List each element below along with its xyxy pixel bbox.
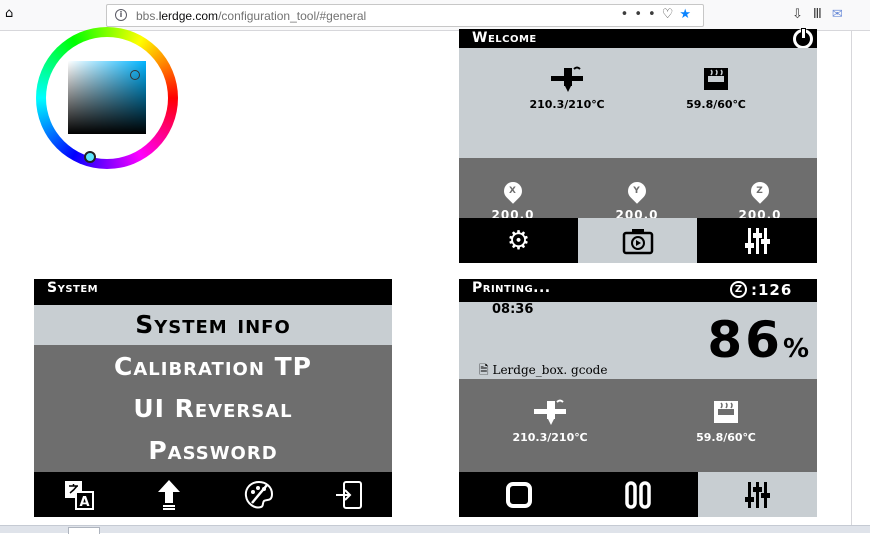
welcome-screen: Welcome 210.3/210℃ 59.8/60℃ X 200.0 Y 20…: [459, 28, 817, 263]
mail-icon[interactable]: ✉: [832, 7, 853, 22]
progress-value: 86: [707, 311, 783, 369]
percent-sign: %: [782, 334, 809, 364]
menu-calibration-tp[interactable]: Calibration TP: [34, 345, 392, 388]
url-bar[interactable]: i bbs.lerdge.com/configuration_tool/#gen…: [106, 4, 704, 27]
translate-icon: A: [64, 480, 94, 510]
upload-arrow-icon: [157, 479, 180, 510]
language-button[interactable]: A: [34, 472, 123, 517]
taskbar-strip: [0, 525, 870, 534]
upgrade-button[interactable]: [124, 472, 213, 517]
temperature-area: 210.3/210℃ 59.8/60℃: [459, 48, 817, 158]
exit-door-icon: [335, 480, 362, 509]
exit-button[interactable]: [304, 472, 393, 517]
print-extruder-block: 210.3/210℃: [495, 399, 605, 444]
z-height-value: :126: [751, 281, 793, 299]
system-title: System: [34, 279, 392, 298]
scrollbar-divider: [851, 31, 852, 531]
heated-bed-icon: [704, 68, 728, 90]
pocket-icon[interactable]: ♡: [662, 7, 680, 22]
hue-handle[interactable]: [84, 151, 96, 163]
extruder-temp: 210.3/210℃: [529, 98, 605, 111]
extruder-icon: [534, 399, 566, 425]
y-axis-pin-icon: Y: [624, 178, 650, 204]
heated-bed-icon: [714, 401, 738, 423]
bookmark-star-icon[interactable]: ★: [679, 7, 697, 22]
tune-button[interactable]: [698, 218, 817, 263]
sv-handle[interactable]: [130, 70, 140, 80]
welcome-menu-bar: ⚙: [459, 218, 817, 263]
extruder-temp-block: 210.3/210℃: [507, 66, 627, 111]
extruder-icon: [551, 66, 583, 92]
media-play-icon: [622, 228, 653, 254]
gears-icon: ⚙: [506, 225, 531, 256]
print-tune-button[interactable]: [698, 472, 817, 517]
system-menu-bar: A: [34, 472, 392, 517]
print-extruder-temp: 210.3/210℃: [512, 431, 588, 444]
axis-x[interactable]: X 200.0: [485, 178, 541, 222]
stop-icon: [505, 481, 532, 508]
print-media-button[interactable]: [578, 218, 697, 263]
print-bed-temp: 59.8/60℃: [696, 431, 756, 444]
print-time: 08:36: [492, 302, 534, 317]
x-axis-pin-icon: X: [500, 178, 526, 204]
print-bed-block: 59.8/60℃: [671, 399, 781, 444]
menu-system-info[interactable]: System info: [34, 305, 392, 345]
welcome-title: Welcome: [459, 29, 817, 48]
palette-icon: [244, 480, 273, 508]
bed-temp-block: 59.8/60℃: [656, 66, 776, 111]
printing-screen: Printing... Z :126 08:36 86% 🗎 Lerdge_bo…: [459, 279, 817, 517]
browser-toolbar: ⌂ i bbs.lerdge.com/configuration_tool/#g…: [0, 0, 870, 31]
pause-button[interactable]: [578, 472, 697, 517]
pause-icon: [624, 480, 651, 509]
menu-ui-reversal[interactable]: UI Reversal: [34, 388, 392, 430]
z-height-icon: Z: [730, 281, 747, 298]
axis-y[interactable]: Y 200.0: [609, 178, 665, 222]
downloads-icon[interactable]: ⇩: [792, 7, 813, 22]
z-axis-pin-icon: Z: [747, 178, 773, 204]
file-name: Lerdge_box. gcode: [492, 363, 608, 377]
page-actions[interactable]: •••♡★: [621, 7, 697, 22]
system-screen: System System info Calibration TP UI Rev…: [34, 279, 392, 517]
library-icon[interactable]: Ⅲ: [813, 7, 832, 22]
print-temperature-area: 210.3/210℃ 59.8/60℃: [459, 379, 817, 472]
settings-button[interactable]: ⚙: [459, 218, 578, 263]
theme-button[interactable]: [214, 472, 303, 517]
progress-percent: 86%: [707, 312, 809, 377]
svg-text:A: A: [79, 495, 89, 510]
power-icon[interactable]: [793, 28, 813, 49]
url-text[interactable]: bbs.lerdge.com/configuration_tool/#gener…: [136, 9, 366, 23]
stop-button[interactable]: [459, 472, 578, 517]
menu-password[interactable]: Password: [34, 430, 392, 472]
printing-menu-bar: [459, 472, 817, 517]
toolbar-right: ⇩Ⅲ✉: [792, 7, 853, 22]
bed-temp: 59.8/60℃: [686, 98, 746, 111]
sliders-icon: [744, 227, 770, 254]
info-icon[interactable]: i: [115, 9, 127, 21]
axis-z[interactable]: Z 200.0: [732, 178, 788, 222]
page-actions-icon[interactable]: •••: [621, 7, 662, 22]
sliders-icon: [744, 481, 770, 508]
progress-area: 08:36 86% 🗎 Lerdge_box. gcode: [459, 302, 817, 379]
home-icon[interactable]: ⌂: [5, 7, 19, 21]
file-icon: 🗎: [479, 363, 489, 377]
